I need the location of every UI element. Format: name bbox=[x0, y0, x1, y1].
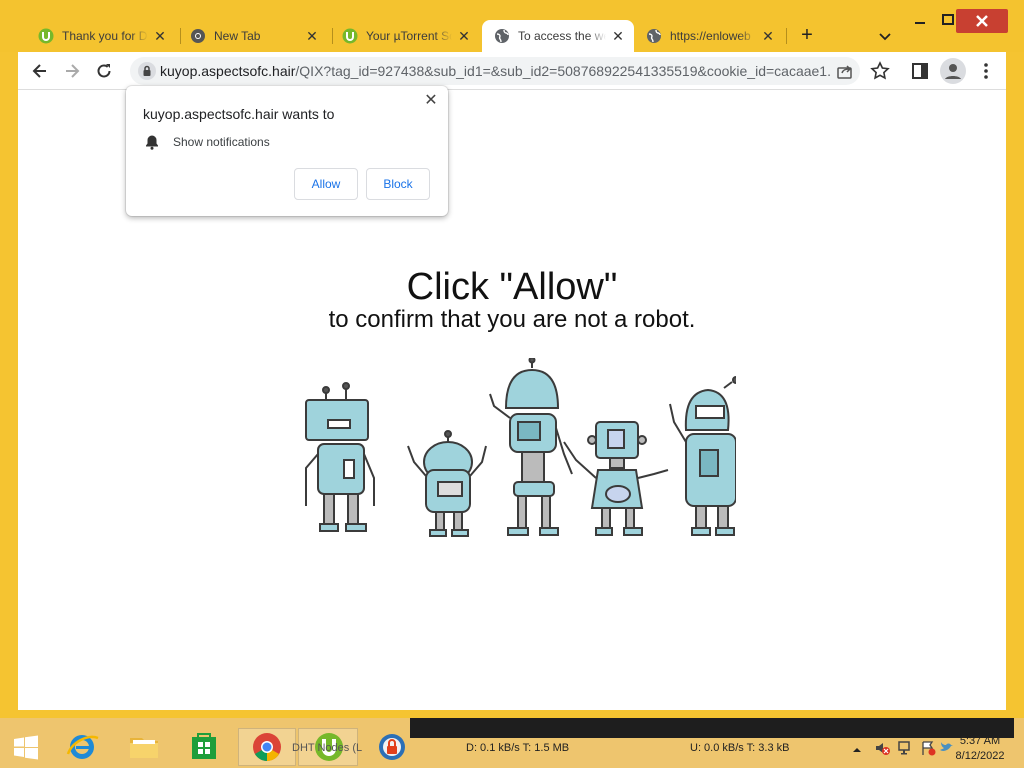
menu-kebab-icon[interactable] bbox=[976, 61, 996, 81]
utorrent-icon bbox=[342, 28, 358, 44]
upload-status: U: 0.0 kB/s T: 3.3 kB bbox=[690, 742, 790, 754]
tab-separator bbox=[786, 28, 787, 44]
file-explorer-icon[interactable] bbox=[124, 728, 164, 766]
window-close-button[interactable] bbox=[956, 9, 1008, 33]
close-icon[interactable]: ✕ bbox=[422, 92, 440, 110]
close-icon[interactable]: ✕ bbox=[152, 28, 168, 44]
tab-label: https://enloweb bbox=[670, 29, 751, 43]
clock-date: 8/12/2022 bbox=[955, 750, 1005, 762]
internet-explorer-icon[interactable] bbox=[62, 728, 102, 766]
maximize-button[interactable] bbox=[938, 10, 958, 30]
close-icon[interactable]: ✕ bbox=[456, 28, 472, 44]
chevron-up-icon[interactable] bbox=[852, 742, 862, 752]
side-panel-icon[interactable] bbox=[910, 61, 930, 81]
vpn-shield-icon[interactable] bbox=[372, 728, 412, 766]
robot-5 bbox=[669, 376, 736, 536]
tab-label: Your µTorrent So bbox=[366, 29, 452, 43]
utorrent-icon bbox=[38, 28, 54, 44]
bookmark-star-icon[interactable] bbox=[870, 61, 890, 81]
chevron-down-icon[interactable] bbox=[876, 27, 894, 45]
forward-arrow-icon[interactable] bbox=[62, 61, 82, 81]
taskbar-app-label: DHT Nodes (L bbox=[292, 742, 363, 754]
robot-2 bbox=[407, 430, 487, 537]
page-headline: Click "Allow" bbox=[406, 266, 618, 308]
permission-label: Show notifications bbox=[173, 135, 270, 149]
url-text[interactable]: kuyop.aspectsofc.hair/QIX?tag_id=927438&… bbox=[160, 63, 830, 79]
start-button[interactable] bbox=[6, 728, 46, 766]
robot-4 bbox=[563, 421, 669, 536]
page-subline: to confirm that you are not a robot. bbox=[328, 306, 696, 333]
robot-3 bbox=[489, 358, 573, 536]
close-icon[interactable]: ✕ bbox=[610, 28, 626, 44]
url-host: kuyop.aspectsofc.hair bbox=[160, 63, 296, 79]
tab-label: To access the we bbox=[518, 29, 606, 43]
download-status: D: 0.1 kB/s T: 1.5 MB bbox=[466, 742, 570, 754]
network-icon[interactable] bbox=[898, 740, 914, 756]
new-tab-button[interactable]: + bbox=[797, 25, 817, 46]
robot-1 bbox=[305, 382, 375, 532]
tab-new-tab[interactable]: New Tab ✕ bbox=[178, 20, 328, 52]
volume-muted-icon[interactable] bbox=[874, 740, 890, 756]
allow-button[interactable]: Allow bbox=[294, 168, 358, 200]
close-icon[interactable]: ✕ bbox=[760, 28, 776, 44]
robots-illustration bbox=[305, 358, 736, 537]
flag-icon[interactable] bbox=[920, 740, 936, 756]
reload-icon[interactable] bbox=[94, 61, 114, 81]
minimize-button[interactable] bbox=[910, 10, 930, 30]
notification-permission-popup: kuyop.aspectsofc.hair wants to ✕ Show no… bbox=[126, 86, 448, 216]
tab-label: Thank you for Do bbox=[62, 29, 148, 43]
lock-icon[interactable] bbox=[138, 62, 156, 80]
share-icon[interactable] bbox=[836, 62, 854, 80]
close-icon[interactable]: ✕ bbox=[304, 28, 320, 44]
store-icon[interactable] bbox=[184, 728, 224, 766]
browser-toolbar: kuyop.aspectsofc.hair/QIX?tag_id=927438&… bbox=[18, 52, 1006, 90]
chrome-taskbar-icon[interactable] bbox=[238, 728, 296, 766]
back-arrow-icon[interactable] bbox=[30, 61, 50, 81]
block-button[interactable]: Block bbox=[366, 168, 430, 200]
address-bar[interactable]: kuyop.aspectsofc.hair/QIX?tag_id=927438&… bbox=[130, 57, 860, 85]
system-clock[interactable]: 5:37 AM 8/12/2022 bbox=[950, 734, 1010, 764]
globe-icon bbox=[646, 28, 662, 44]
tab-active[interactable]: To access the we ✕ bbox=[482, 20, 634, 52]
taskbar-status-strip bbox=[410, 718, 1014, 738]
tab-thank-you[interactable]: Thank you for Do ✕ bbox=[26, 20, 176, 52]
tab-enloweb[interactable]: https://enloweb ✕ bbox=[634, 20, 784, 52]
popup-title: kuyop.aspectsofc.hair wants to bbox=[143, 106, 335, 122]
tab-label: New Tab bbox=[214, 29, 261, 43]
globe-icon bbox=[494, 28, 510, 44]
profile-avatar-icon[interactable] bbox=[940, 58, 966, 84]
bell-icon bbox=[144, 134, 160, 150]
clock-time: 5:37 AM bbox=[959, 735, 1001, 747]
chrome-icon bbox=[190, 28, 206, 44]
url-path: /QIX?tag_id=927438&sub_id1=&sub_id2=5087… bbox=[295, 63, 830, 79]
tab-utorrent[interactable]: Your µTorrent So ✕ bbox=[330, 20, 480, 52]
tab-strip: Thank you for Do ✕ New Tab ✕ Your µTorre… bbox=[0, 0, 1024, 52]
